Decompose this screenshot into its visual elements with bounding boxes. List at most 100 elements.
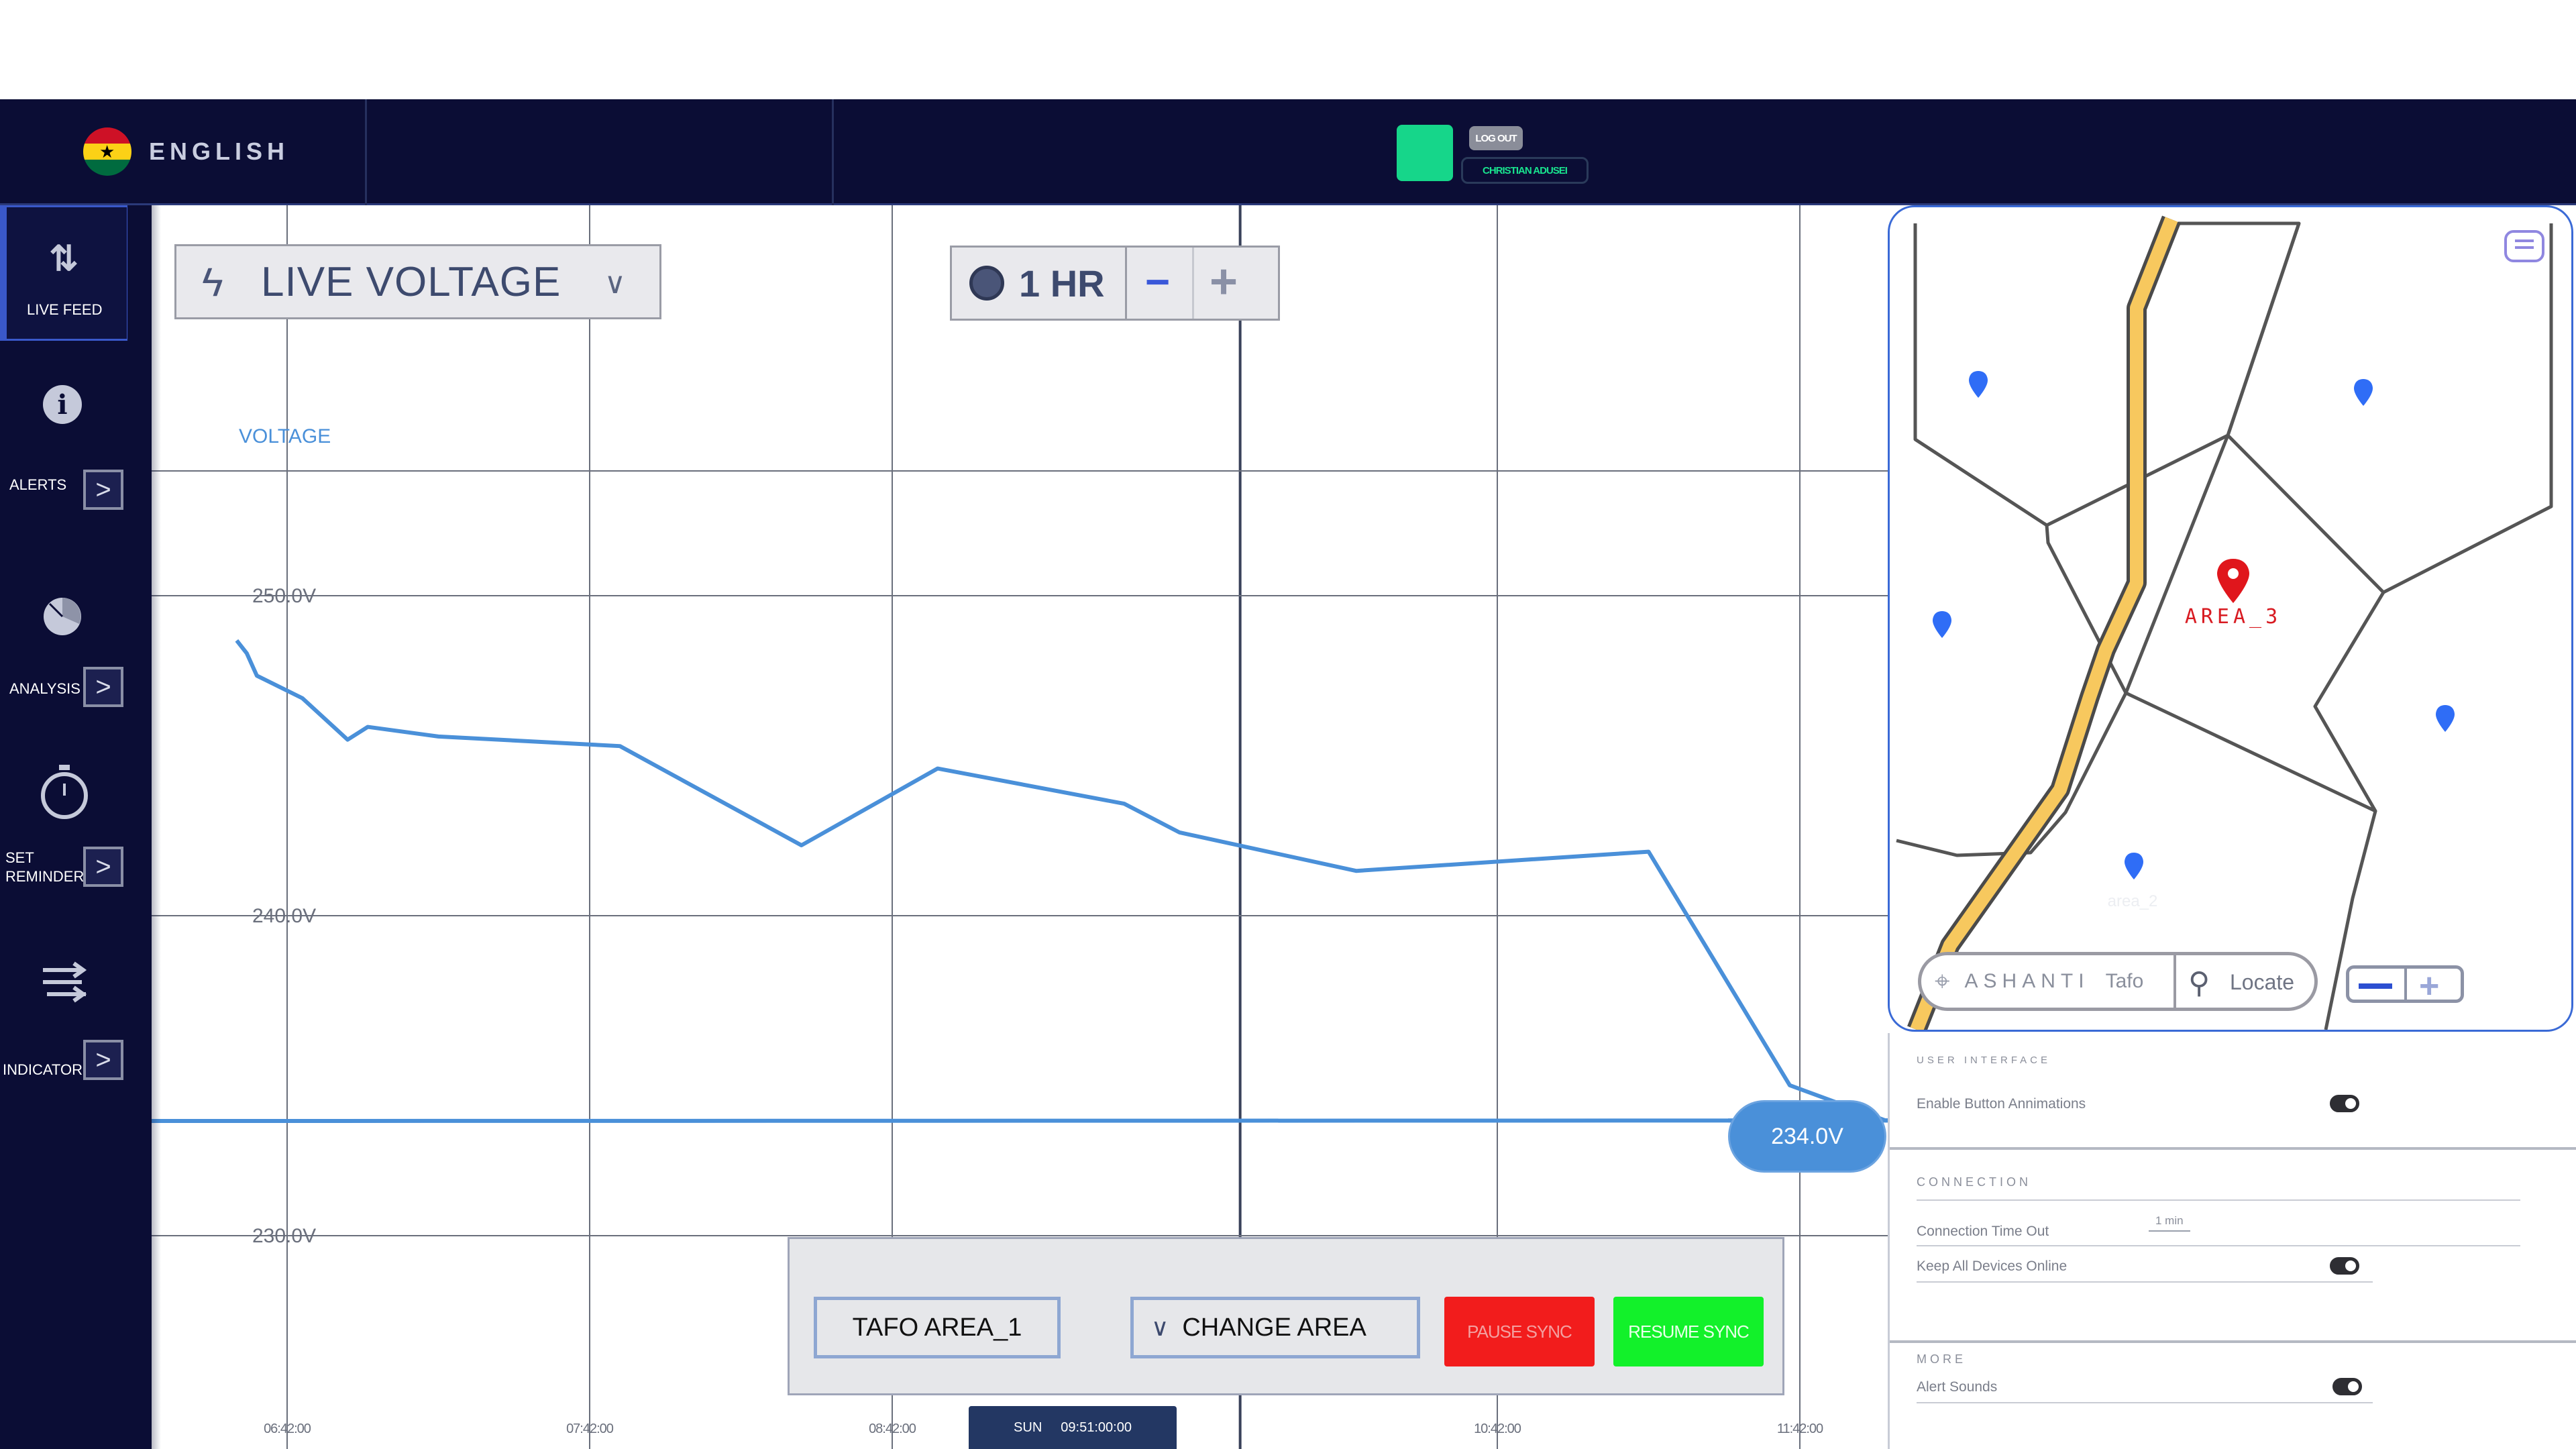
shuffle-arrows-icon xyxy=(43,961,87,1003)
set-reminder-expand-button[interactable]: > xyxy=(83,847,123,887)
connection-heading: CONNECTION xyxy=(1917,1175,2031,1189)
map-marker-icon[interactable] xyxy=(2436,705,2455,732)
chevron-down-icon: ∨ xyxy=(1151,1313,1169,1341)
time-window-value: 1 HR xyxy=(1019,262,1105,305)
x-tick-label: 07:42:00 xyxy=(566,1421,614,1436)
control-divider xyxy=(1125,248,1127,319)
info-icon: i xyxy=(43,385,82,424)
top-bar: ★ ENGLISH LOG OUT CHRISTIAN ADUSEI xyxy=(0,99,2576,205)
y-tick-label: 240.0V xyxy=(252,905,316,927)
map-zoom-out-button[interactable] xyxy=(2359,983,2392,989)
language-label: ENGLISH xyxy=(149,138,290,165)
control-divider xyxy=(1192,248,1194,319)
enable-animations-toggle[interactable] xyxy=(2330,1095,2359,1112)
more-heading: MORE xyxy=(1917,1352,1966,1366)
lightning-icon: ϟ xyxy=(202,259,223,305)
area-map[interactable]: AREA_3 area_2 xyxy=(1890,207,2571,1030)
user-interface-heading: USER INTERFACE xyxy=(1917,1055,2051,1066)
logout-button[interactable]: LOG OUT xyxy=(1469,126,1523,150)
x-tick-label: 08:42:00 xyxy=(869,1421,916,1436)
sidebar-shadow xyxy=(127,205,161,1449)
x-tick-label: 06:42:00 xyxy=(264,1421,311,1436)
y-tick-label: 250.0V xyxy=(252,585,316,607)
chevron-down-icon: ∨ xyxy=(604,267,626,300)
x-tick-label: 10:42:00 xyxy=(1474,1421,1521,1436)
stopwatch-icon xyxy=(969,266,1004,301)
pause-sync-button[interactable]: PAUSE SYNC xyxy=(1444,1297,1595,1366)
map-menu-icon[interactable] xyxy=(2504,230,2544,262)
sidebar-item-label: ALERTS xyxy=(9,476,67,493)
metric-dropdown[interactable]: ϟ LIVE VOLTAGE ∨ xyxy=(174,244,661,319)
selected-area-label: AREA_3 xyxy=(2185,605,2282,629)
time-window-control: 1 HR − + xyxy=(950,246,1280,321)
user-name-badge[interactable]: CHRISTIAN ADUSEI xyxy=(1461,157,1589,184)
area-control-panel: TAFO AREA_1 ∨ CHANGE AREA PAUSE SYNC RES… xyxy=(788,1237,1784,1395)
selected-location-pin-icon[interactable] xyxy=(2217,559,2249,603)
alert-sounds-label: Alert Sounds xyxy=(1917,1379,1998,1395)
row-divider xyxy=(1917,1281,2373,1283)
y-tick-label: 230.0V xyxy=(252,1225,316,1247)
search-region: ASHANTI xyxy=(1964,970,2090,992)
sidebar-item-label: INDICATORS xyxy=(3,1061,93,1078)
map-marker-icon[interactable] xyxy=(1969,371,1988,398)
time-label: 09:51:00:00 xyxy=(1061,1419,1132,1435)
map-panel[interactable]: AREA_3 area_2 ⌖ ASHANTI Tafo ⚲ Locate + xyxy=(1888,205,2573,1032)
enable-animations-label: Enable Button Annimations xyxy=(1917,1096,2086,1112)
y-axis-label: VOLTAGE xyxy=(239,425,331,447)
section-divider xyxy=(1890,1147,2576,1150)
search-icon: ⚲ xyxy=(2188,967,2210,1000)
pie-chart-icon xyxy=(44,598,81,635)
resume-sync-button[interactable]: RESUME SYNC xyxy=(1613,1297,1764,1366)
zoom-divider xyxy=(2404,969,2407,1000)
faint-area-label: area_2 xyxy=(2108,892,2158,910)
timeout-input[interactable]: 1 min xyxy=(2149,1214,2190,1232)
row-divider xyxy=(1917,1245,2520,1246)
baseline-line xyxy=(152,1118,1889,1124)
map-search-bar[interactable]: ⌖ ASHANTI Tafo ⚲ Locate xyxy=(1918,952,2318,1011)
time-cursor-badge: SUN 09:51:00:00 xyxy=(969,1406,1177,1449)
stopwatch-icon xyxy=(41,765,88,819)
map-marker-icon[interactable] xyxy=(2125,853,2143,879)
sidebar-item-live-feed[interactable]: ⇅ LIVE FEED xyxy=(0,205,129,341)
sidebar-item-label-line1: SET xyxy=(5,849,34,866)
app-root: ★ ENGLISH LOG OUT CHRISTIAN ADUSEI ⇅ LIV… xyxy=(0,0,2576,1449)
indicators-expand-button[interactable]: > xyxy=(83,1040,123,1080)
sidebar-item-label: ANALYSIS xyxy=(9,680,80,697)
current-area-field: TAFO AREA_1 xyxy=(814,1297,1061,1358)
change-area-dropdown[interactable]: ∨ CHANGE AREA xyxy=(1130,1297,1420,1358)
timeout-label: Connection Time Out xyxy=(1917,1224,2049,1239)
language-selector[interactable]: ★ ENGLISH xyxy=(83,127,289,176)
settings-panel: USER INTERFACE Enable Button Annimations… xyxy=(1888,1033,2576,1449)
sidebar-item-label: LIVE FEED xyxy=(27,301,103,318)
sidebar-item-label-line2: REMINDER xyxy=(5,868,85,885)
search-town: Tafo xyxy=(2105,970,2144,992)
search-divider xyxy=(2174,955,2176,1008)
top-bar-divider xyxy=(832,99,834,205)
map-zoom-in-button[interactable]: + xyxy=(2419,966,2439,1006)
row-divider xyxy=(1917,1199,2520,1201)
analysis-expand-button[interactable]: > xyxy=(83,667,123,707)
ghana-flag-icon: ★ xyxy=(83,127,131,176)
map-marker-icon[interactable] xyxy=(1933,611,1951,638)
keep-online-toggle[interactable] xyxy=(2330,1257,2359,1275)
x-tick-label: 11:42:00 xyxy=(1777,1421,1823,1436)
day-label: SUN xyxy=(1014,1419,1042,1435)
user-avatar[interactable] xyxy=(1397,125,1453,181)
swap-vertical-icon: ⇅ xyxy=(49,239,78,278)
current-value-badge: 234.0V xyxy=(1728,1100,1886,1173)
voltage-series-line xyxy=(235,639,1889,1123)
location-pin-icon: ⌖ xyxy=(1935,966,1950,996)
section-divider xyxy=(1890,1340,2576,1343)
alert-sounds-toggle[interactable] xyxy=(2332,1378,2362,1395)
locate-button[interactable]: Locate xyxy=(2230,970,2294,995)
time-decrease-button[interactable]: − xyxy=(1145,257,1170,307)
metric-label: LIVE VOLTAGE xyxy=(261,258,561,305)
change-area-label: CHANGE AREA xyxy=(1182,1313,1366,1342)
alerts-expand-button[interactable]: > xyxy=(83,470,123,510)
time-increase-button[interactable]: + xyxy=(1210,254,1238,309)
row-divider xyxy=(1917,1402,2373,1403)
keep-online-label: Keep All Devices Online xyxy=(1917,1258,2068,1274)
top-bar-divider xyxy=(365,99,367,205)
map-zoom-control: + xyxy=(2346,965,2464,1006)
map-marker-icon[interactable] xyxy=(2354,379,2373,406)
